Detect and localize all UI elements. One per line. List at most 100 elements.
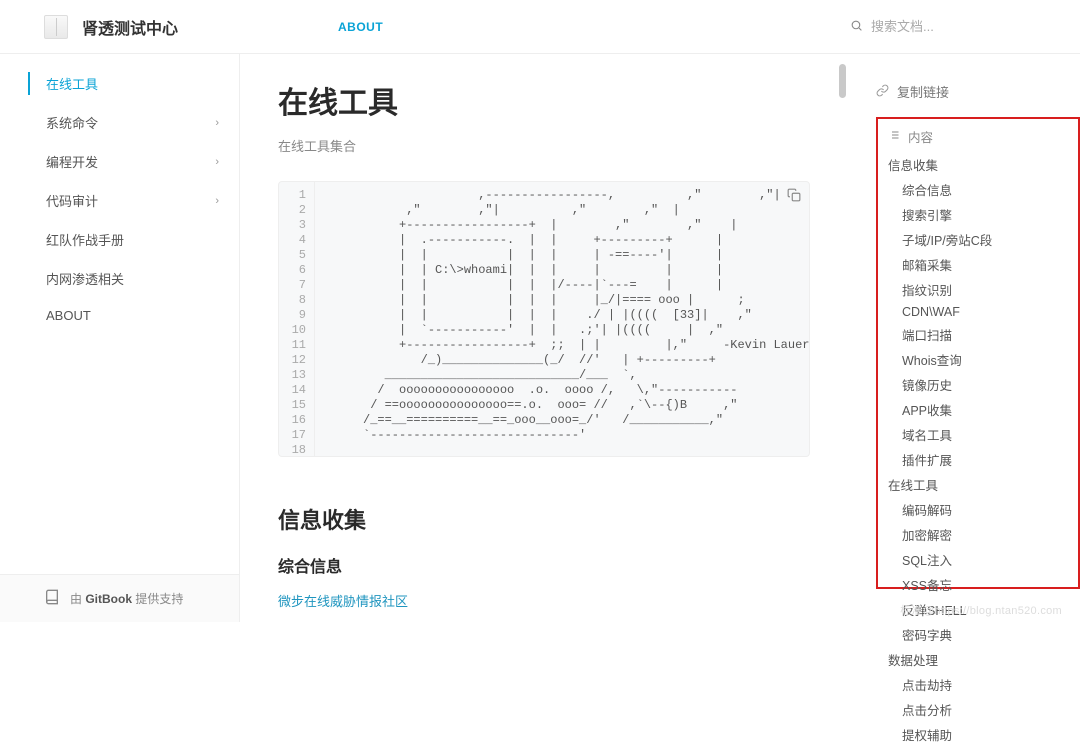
toc-box: 内容 信息收集综合信息搜索引擎子域/IP/旁站C段邮箱采集指纹识别CDN\WAF… xyxy=(876,117,1080,589)
line-number: 10 xyxy=(279,323,314,338)
copy-link-label: 复制链接 xyxy=(897,82,949,101)
toc-item-4[interactable]: 邮箱采集 xyxy=(888,252,1072,277)
toc-item-9[interactable]: 镜像历史 xyxy=(888,372,1072,397)
nav-list: 在线工具系统命令 › 编程开发 › 代码审计 › 红队作战手册内网渗透相关 ABOUT xyxy=(0,64,239,333)
sidebar-item-label: 系统命令 xyxy=(46,113,98,132)
section-info-collect: 信息收集 xyxy=(278,503,810,535)
code-line: | | | | |/----|`---= | | xyxy=(327,278,797,293)
sidebar-item-label: 红队作战手册 xyxy=(46,230,124,249)
chevron-right-icon: › xyxy=(215,195,219,207)
scrollbar-track[interactable] xyxy=(838,54,846,622)
search-icon xyxy=(850,19,863,35)
code-line: | | | | | ./ | |(((( [33]| ," xyxy=(327,308,797,323)
gitbook-footer-text: 由 GitBook 提供支持 xyxy=(70,590,183,607)
toc-item-12[interactable]: 插件扩展 xyxy=(888,447,1072,472)
page-subtitle: 在线工具集合 xyxy=(278,136,810,155)
toc-item-3[interactable]: 子域/IP/旁站C段 xyxy=(888,227,1072,252)
line-number: 9 xyxy=(279,308,314,323)
link-weibu[interactable]: 微步在线威胁情报社区 xyxy=(278,591,810,610)
sidebar-item-label: 编程开发 xyxy=(46,152,98,171)
top-nav: ABOUT xyxy=(178,20,850,34)
copy-code-icon[interactable] xyxy=(787,188,801,206)
toc-item-17[interactable]: XSS备忘 xyxy=(888,572,1072,597)
code-line: | | | | | |_/|==== ooo | ; xyxy=(327,293,797,308)
code-line: | `-----------' | | .;'| |(((( | ," xyxy=(327,323,797,338)
scrollbar-thumb[interactable] xyxy=(839,64,846,98)
line-number: 14 xyxy=(279,383,314,398)
toc-item-2[interactable]: 搜索引擎 xyxy=(888,202,1072,227)
toc-item-21[interactable]: 点击劫持 xyxy=(888,672,1072,697)
sidebar-item-2[interactable]: 编程开发 › xyxy=(0,142,239,181)
book-icon xyxy=(44,589,60,608)
toc-item-20[interactable]: 数据处理 xyxy=(888,647,1072,672)
line-number: 4 xyxy=(279,233,314,248)
line-number: 1 xyxy=(279,188,314,203)
code-line: | | C:\>whoami| | | | | | xyxy=(327,263,797,278)
toc-item-16[interactable]: SQL注入 xyxy=(888,547,1072,572)
toc-item-19[interactable]: 密码字典 xyxy=(888,622,1072,647)
code-line: /_)______________(_/ //' | +---------+ xyxy=(327,353,797,368)
copy-link-button[interactable]: 复制链接 xyxy=(876,82,1080,101)
main-content: 在线工具 在线工具集合 123456789101112131415161718 … xyxy=(240,54,848,622)
line-number: 2 xyxy=(279,203,314,218)
sidebar-item-label: 内网渗透相关 xyxy=(46,269,124,288)
sidebar-item-4[interactable]: 红队作战手册 xyxy=(0,220,239,259)
toc-item-13[interactable]: 在线工具 xyxy=(888,472,1072,497)
toc-item-0[interactable]: 信息收集 xyxy=(888,152,1072,177)
sidebar-item-label: 代码审计 xyxy=(46,191,98,210)
line-number: 12 xyxy=(279,353,314,368)
sidebar-item-3[interactable]: 代码审计 › xyxy=(0,181,239,220)
sidebar-item-5[interactable]: 内网渗透相关 xyxy=(0,259,239,298)
line-number: 5 xyxy=(279,248,314,263)
toc-item-23[interactable]: 提权辅助 xyxy=(888,722,1072,747)
list-icon xyxy=(888,129,900,144)
toc-header: 内容 xyxy=(888,127,1072,146)
code-line: /_==__==========__==_ooo__ooo=_/' /_____… xyxy=(327,413,797,428)
sidebar-item-label: 在线工具 xyxy=(46,74,98,93)
toc-item-5[interactable]: 指纹识别 xyxy=(888,277,1072,302)
toc-item-6[interactable]: CDN\WAF xyxy=(888,302,1072,322)
sidebar-item-1[interactable]: 系统命令 › xyxy=(0,103,239,142)
toc-item-10[interactable]: APP收集 xyxy=(888,397,1072,422)
code-line: `-----------------------------' xyxy=(327,428,797,443)
tab-about[interactable]: ABOUT xyxy=(338,20,383,34)
code-line: | | | | | | -==----'| | xyxy=(327,248,797,263)
toc-item-8[interactable]: Whois查询 xyxy=(888,347,1072,372)
search-input[interactable] xyxy=(871,19,1041,34)
code-line: / ==ooooooooooooooo==.o. ooo= // ,`\--{)… xyxy=(327,398,797,413)
toc-item-14[interactable]: 编码解码 xyxy=(888,497,1072,522)
search-wrap[interactable] xyxy=(850,19,1060,35)
toc-list: 信息收集综合信息搜索引擎子域/IP/旁站C段邮箱采集指纹识别CDN\WAF端口扫… xyxy=(888,152,1072,747)
sidebar-item-6[interactable]: ABOUT xyxy=(0,298,239,333)
line-number: 13 xyxy=(279,368,314,383)
toc-item-7[interactable]: 端口扫描 xyxy=(888,322,1072,347)
toc-item-1[interactable]: 综合信息 xyxy=(888,177,1072,202)
toc-panel: 复制链接 内容 信息收集综合信息搜索引擎子域/IP/旁站C段邮箱采集指纹识别CD… xyxy=(848,54,1080,622)
line-number: 3 xyxy=(279,218,314,233)
code-line: +-----------------+ | ," ," | xyxy=(327,218,797,233)
line-number: 16 xyxy=(279,413,314,428)
chevron-right-icon: › xyxy=(215,156,219,168)
toc-item-22[interactable]: 点击分析 xyxy=(888,697,1072,722)
code-gutter: 123456789101112131415161718 xyxy=(279,182,315,456)
toc-item-15[interactable]: 加密解密 xyxy=(888,522,1072,547)
line-number: 15 xyxy=(279,398,314,413)
code-line: +-----------------+ ;; | | |," -Kevin La… xyxy=(327,338,797,353)
sidebar-left: 在线工具系统命令 › 编程开发 › 代码审计 › 红队作战手册内网渗透相关 ABOUT 由 G… xyxy=(0,54,240,622)
line-number: 11 xyxy=(279,338,314,353)
code-lines: ,-----------------, ," ,"| ," ,"| ," ," … xyxy=(315,182,809,456)
code-line: ,-----------------, ," ,"| xyxy=(327,188,797,203)
toc-item-18[interactable]: 反弹SHELL xyxy=(888,597,1072,622)
line-number: 17 xyxy=(279,428,314,443)
toc-item-11[interactable]: 域名工具 xyxy=(888,422,1072,447)
section-general-info: 综合信息 xyxy=(278,553,810,577)
chevron-right-icon: › xyxy=(215,117,219,129)
code-line: | .-----------. | | +---------+ | xyxy=(327,233,797,248)
toc-header-label: 内容 xyxy=(908,127,933,146)
code-line: / oooooooooooooooo .o. oooo /, \,"------… xyxy=(327,383,797,398)
link-icon xyxy=(876,84,889,100)
sidebar-item-0[interactable]: 在线工具 xyxy=(0,64,239,103)
topbar: 肾透测试中心 ABOUT xyxy=(0,0,1080,54)
gitbook-footer[interactable]: 由 GitBook 提供支持 xyxy=(0,574,239,622)
page-title: 在线工具 xyxy=(278,78,810,122)
